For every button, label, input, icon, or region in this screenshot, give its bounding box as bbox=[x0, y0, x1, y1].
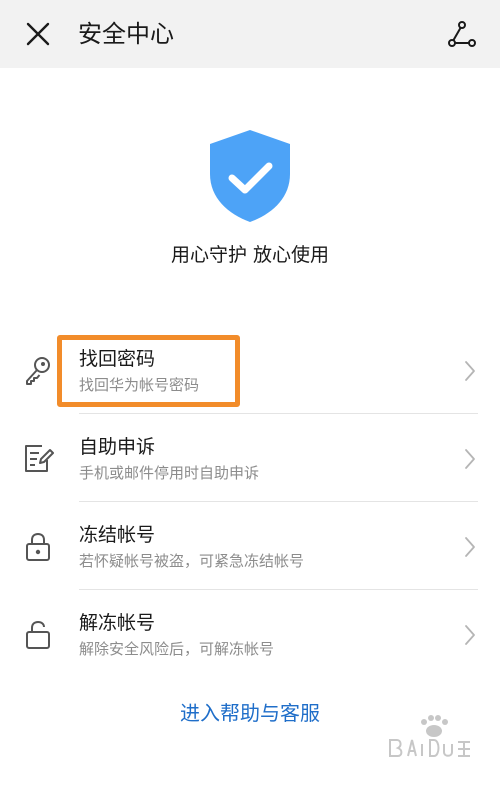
key-icon bbox=[26, 357, 50, 385]
share-button[interactable] bbox=[442, 14, 482, 54]
menu-item-subtitle: 解除安全风险后，可解冻帐号 bbox=[79, 640, 275, 658]
menu-item-subtitle: 若怀疑帐号被盗，可紧急冻结帐号 bbox=[79, 552, 305, 570]
close-icon bbox=[26, 22, 50, 46]
chevron-right-icon bbox=[465, 449, 475, 469]
unlock-icon bbox=[26, 620, 50, 649]
menu-item-unfreeze-account[interactable]: 解冻帐号 解除安全风险后，可解冻帐号 bbox=[0, 590, 500, 678]
menu-item-subtitle: 手机或邮件停用时自助申诉 bbox=[79, 464, 260, 482]
share-icon bbox=[448, 21, 476, 47]
security-menu-list: 找回密码 找回华为帐号密码 自助申诉 手机或邮件停用时自助申诉 冻结帐号 若怀疑… bbox=[0, 326, 500, 678]
top-bar: 安全中心 bbox=[0, 0, 500, 68]
security-center-page: 安全中心 用心守护 放心使用 找回密码 找回华为帐号密码 自助申诉 手机或邮件停… bbox=[0, 0, 500, 786]
menu-item-retrieve-password[interactable]: 找回密码 找回华为帐号密码 bbox=[0, 326, 500, 414]
close-button[interactable] bbox=[18, 14, 58, 54]
lock-icon bbox=[26, 532, 50, 561]
menu-item-title: 解冻帐号 bbox=[79, 612, 156, 634]
menu-item-self-appeal[interactable]: 自助申诉 手机或邮件停用时自助申诉 bbox=[0, 414, 500, 502]
menu-item-title: 冻结帐号 bbox=[79, 524, 156, 546]
edit-document-icon bbox=[25, 445, 54, 472]
chevron-right-icon bbox=[465, 537, 475, 557]
baidu-watermark-logo bbox=[389, 715, 470, 757]
menu-item-subtitle: 找回华为帐号密码 bbox=[79, 376, 200, 394]
page-title: 安全中心 bbox=[78, 20, 174, 48]
menu-item-title: 自助申诉 bbox=[79, 436, 156, 458]
slogan-text: 用心守护 放心使用 bbox=[170, 244, 330, 266]
menu-item-title: 找回密码 bbox=[79, 348, 156, 370]
chevron-right-icon bbox=[465, 361, 475, 381]
menu-item-freeze-account[interactable]: 冻结帐号 若怀疑帐号被盗，可紧急冻结帐号 bbox=[0, 502, 500, 590]
chevron-right-icon bbox=[465, 625, 475, 645]
shield-check-icon bbox=[210, 130, 290, 222]
